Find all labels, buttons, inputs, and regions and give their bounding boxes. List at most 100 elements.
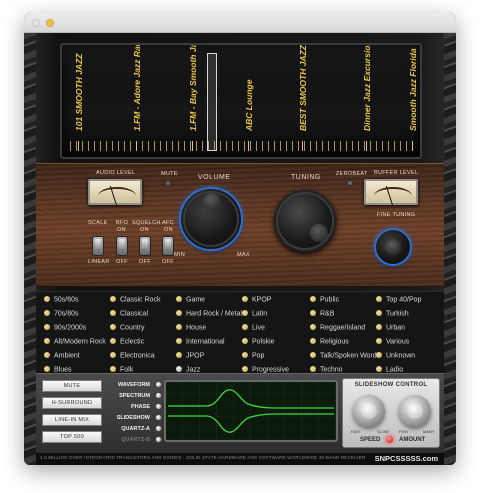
afc-switch[interactable] <box>162 236 174 256</box>
genre-item[interactable]: Electronica <box>110 352 155 363</box>
genre-item[interactable]: Live <box>242 324 265 335</box>
genre-radio-icon <box>242 310 248 316</box>
volume-max-label: MAX <box>237 252 250 258</box>
genre-item[interactable]: International <box>176 338 225 349</box>
station-label: ABC Lounge <box>244 79 254 131</box>
genre-item[interactable]: Alt/Modern Rock <box>44 338 106 349</box>
station-item[interactable]: 1.FM - Adore Jazz Radio <box>132 43 146 151</box>
station-item[interactable]: BEST SMOOTH JAZZ - ... <box>298 43 312 151</box>
audio-level-meter <box>88 179 142 206</box>
genre-grid: 50s/60s 70s/80s 90s/2000s Alt/Modern Rock Am… <box>36 291 444 383</box>
genre-radio-icon <box>110 366 116 372</box>
genre-item[interactable]: Game <box>176 296 205 307</box>
station-item[interactable]: Smooth Jazz Florida <box>408 45 420 151</box>
genre-item[interactable]: Reggae/Island <box>310 324 365 335</box>
marble-side-right <box>444 33 456 465</box>
genre-item[interactable]: Turkish <box>376 310 409 321</box>
genre-item[interactable]: Ambient <box>44 352 80 363</box>
brand-logo[interactable]: SNPCSSSSS.com <box>375 454 438 463</box>
genre-item[interactable]: KPOP <box>242 296 271 307</box>
mute-label: MUTE <box>161 171 178 177</box>
volume-knob[interactable] <box>181 189 241 249</box>
genre-item[interactable]: Classical <box>110 310 148 321</box>
bfo-switch[interactable] <box>116 236 128 256</box>
station-label: BEST SMOOTH JAZZ - ... <box>298 43 308 131</box>
genre-radio-icon <box>242 338 248 344</box>
genre-item[interactable]: Top 40/Pop <box>376 296 421 307</box>
top-500-button[interactable]: TOP 500 <box>42 431 102 443</box>
genre-item[interactable]: Classic Rock <box>110 296 160 307</box>
genre-radio-icon <box>242 324 248 330</box>
genre-item[interactable]: Hard Rock / Metal <box>176 310 242 321</box>
genre-radio-icon <box>176 366 182 372</box>
genre-radio-icon <box>376 338 382 344</box>
waveform-option[interactable]: WAVEFORM <box>108 380 164 390</box>
station-item[interactable]: Dinner Jazz Excursion <box>362 45 376 151</box>
close-button[interactable] <box>32 19 40 27</box>
genre-item[interactable]: 70s/80s <box>44 310 79 321</box>
buffer-level-label: BUFFER LEVEL <box>374 170 419 176</box>
genre-label: Latin <box>252 310 268 318</box>
tuning-knob[interactable] <box>274 190 336 252</box>
station-label: 1.FM - Adore Jazz Radio <box>132 43 142 131</box>
genre-radio-icon <box>176 338 182 344</box>
genre-item[interactable]: Country <box>110 324 145 335</box>
fine-tuning-knob[interactable] <box>376 230 410 264</box>
genre-item[interactable]: Polskie <box>242 338 275 349</box>
genre-item[interactable]: Various <box>376 338 409 349</box>
footer-tagline: 1.0 MILLION OVER INTEGRATED TRANSISTORS … <box>40 455 366 460</box>
genre-label: JPOP <box>186 352 205 360</box>
spectrum-option[interactable]: SPECTRUM <box>108 391 164 401</box>
buffer-level-meter <box>364 179 418 206</box>
genre-label: 70s/80s <box>54 310 79 318</box>
genre-label: 90s/2000s <box>54 324 87 332</box>
genre-item[interactable]: Latin <box>242 310 267 321</box>
genre-item[interactable]: 50s/60s <box>44 296 79 307</box>
amount-knob[interactable] <box>399 395 431 427</box>
station-dial[interactable]: 101 SMOOTH JAZZ 1.FM - Adore Jazz Radio 1.… <box>60 43 422 159</box>
phase-radio[interactable] <box>155 403 162 410</box>
genre-label: Pop <box>252 352 265 360</box>
genre-item[interactable]: Urban <box>376 324 405 335</box>
genre-item[interactable]: JPOP <box>176 352 204 363</box>
station-item[interactable]: ABC Lounge <box>244 45 258 151</box>
fine-tuning-label: FINE TUNING <box>377 212 416 218</box>
spectrum-radio[interactable] <box>155 392 162 399</box>
phase-option[interactable]: PHASE <box>108 402 164 412</box>
genre-label: Country <box>120 324 145 332</box>
quartz-a-radio[interactable] <box>155 425 162 432</box>
scale-switch[interactable] <box>92 236 104 256</box>
waveform-radio[interactable] <box>155 381 162 388</box>
genre-item[interactable]: R&B <box>310 310 334 321</box>
tuning-needle[interactable] <box>207 53 217 151</box>
quartz-a-option[interactable]: QUARTZ-A <box>108 424 164 434</box>
genre-item[interactable]: Eclectic <box>110 338 144 349</box>
speed-knob[interactable] <box>353 395 385 427</box>
genre-item[interactable]: Talk/Spoken Word <box>310 352 377 363</box>
genre-label: Hard Rock / Metal <box>186 310 243 318</box>
genre-radio-icon <box>376 310 382 316</box>
genre-label: Classical <box>120 310 149 318</box>
quartz-b-radio[interactable] <box>155 436 162 443</box>
genre-label: Religious <box>320 338 349 346</box>
marble-side-left <box>24 33 36 465</box>
genre-radio-icon <box>176 324 182 330</box>
genre-item[interactable]: Unknown <box>376 352 415 363</box>
genre-item[interactable]: 90s/2000s <box>44 324 86 335</box>
genre-item[interactable]: Public <box>310 296 339 307</box>
station-item[interactable]: 1.FM - Bay Smooth Jazz ... <box>188 45 202 151</box>
genre-item[interactable]: Religious <box>310 338 349 349</box>
station-item[interactable]: 101 SMOOTH JAZZ <box>74 45 88 151</box>
mute-button[interactable]: MUTE <box>42 380 102 392</box>
slideshow-radio[interactable] <box>155 414 162 421</box>
quartz-b-option[interactable]: QUARTZ-B <box>108 435 164 445</box>
minimize-button[interactable] <box>46 19 54 27</box>
slideshow-title: SLIDESHOW CONTROL <box>354 382 428 388</box>
slideshow-option[interactable]: SLIDESHOW <box>108 413 164 423</box>
genre-item[interactable]: Pop <box>242 352 264 363</box>
genre-label: Talk/Spoken Word <box>320 352 377 360</box>
squelch-switch[interactable] <box>139 236 151 256</box>
line-in-mix-button[interactable]: LINE-IN MIX <box>42 414 102 426</box>
h-surround-button[interactable]: H-SURROUND <box>42 397 102 409</box>
genre-item[interactable]: House <box>176 324 206 335</box>
